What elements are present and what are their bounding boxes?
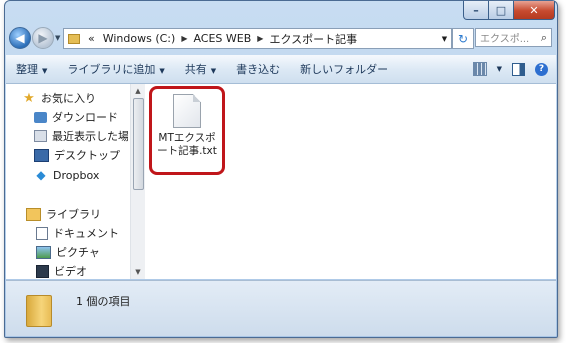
address-row: ◀ ▶ ▼ « Windows (C:) ▶ ACES WEB ▶ エクスポート… — [5, 25, 557, 51]
folder-icon — [26, 295, 52, 327]
chevron-down-icon: ▼ — [159, 67, 165, 75]
sidebar-item-label: ライブラリ — [46, 208, 101, 221]
forward-arrow-icon: ▶ — [38, 31, 48, 45]
refresh-button[interactable]: ↻ — [452, 28, 474, 49]
navigation-pane: ★ お気に入り ダウンロード 最近表示した場所 デスクトップ ◆ Dropbox — [6, 84, 128, 279]
share-button[interactable]: 共有 ▼ — [175, 61, 226, 77]
details-pane: 1 個の項目 — [6, 280, 556, 336]
forward-button[interactable]: ▶ — [32, 27, 54, 49]
scroll-down-icon[interactable]: ▼ — [131, 265, 145, 279]
sidebar-item-label: 最近表示した場所 — [52, 130, 128, 143]
organize-label: 整理 — [16, 63, 38, 76]
sidebar-item-videos[interactable]: ビデオ — [36, 262, 87, 279]
chevron-down-icon: ▼ — [210, 67, 217, 75]
sidebar-item-label: ビデオ — [54, 265, 87, 278]
chevron-down-icon: ▼ — [42, 67, 48, 75]
share-label: 共有 — [184, 63, 207, 76]
content-area: ★ お気に入り ダウンロード 最近表示した場所 デスクトップ ◆ Dropbox — [6, 84, 556, 279]
desktop-icon — [34, 148, 49, 162]
sidebar-item-label: お気に入り — [41, 92, 96, 105]
new-folder-button[interactable]: 新しいフォルダー — [290, 61, 398, 77]
add-to-library-button[interactable]: ライブラリに追加 ▼ — [57, 61, 174, 77]
command-bar: 整理 ▼ ライブラリに追加 ▼ 共有 ▼ 書き込む 新しいフォルダー ▼ ? — [6, 55, 556, 84]
breadcrumb-aces-web[interactable]: ACES WEB — [189, 32, 255, 45]
address-dropdown-button[interactable]: ▼ — [438, 28, 452, 49]
address-bar[interactable]: « Windows (C:) ▶ ACES WEB ▶ エクスポート記事 — [63, 28, 439, 49]
search-placeholder: エクスポ... — [480, 34, 530, 45]
burn-label: 書き込む — [236, 63, 281, 76]
dropbox-icon: ◆ — [36, 168, 46, 182]
sidebar-item-dropbox[interactable]: ◆ Dropbox — [34, 166, 99, 184]
sidebar-item-recent-places[interactable]: 最近表示した場所 — [34, 127, 128, 145]
breadcrumb-drive[interactable]: Windows (C:) — [99, 32, 180, 45]
close-button[interactable]: ✕ — [513, 1, 555, 20]
navigation-scrollbar[interactable]: ▲ ▼ — [130, 84, 145, 279]
sidebar-item-label: ダウンロード — [52, 111, 118, 124]
item-count: 1 個の項目 — [76, 295, 131, 308]
explorer-window: – □ ✕ ◀ ▶ ▼ « Windows (C:) ▶ ACES WEB ▶ … — [4, 0, 558, 338]
address-overflow[interactable]: « — [84, 32, 99, 45]
search-input[interactable]: エクスポ... ⌕ — [475, 28, 552, 47]
text-file-icon — [173, 94, 201, 128]
new-folder-label: 新しいフォルダー — [300, 63, 389, 76]
sidebar-item-downloads[interactable]: ダウンロード — [34, 108, 118, 126]
sidebar-item-libraries[interactable]: ライブラリ — [26, 205, 101, 223]
sidebar-item-favorites[interactable]: ★ お気に入り — [22, 89, 96, 107]
breadcrumb-separator-icon[interactable]: ▶ — [179, 34, 189, 43]
minimize-button[interactable]: – — [463, 1, 489, 20]
help-icon[interactable]: ? — [535, 62, 548, 76]
videos-icon — [36, 264, 49, 278]
recent-places-icon — [34, 130, 47, 142]
sidebar-item-desktop[interactable]: デスクトップ — [34, 146, 120, 164]
breadcrumb-export-articles[interactable]: エクスポート記事 — [265, 31, 361, 47]
star-icon: ★ — [23, 90, 35, 106]
library-icon — [26, 207, 41, 221]
sidebar-item-label: デスクトップ — [54, 149, 120, 162]
change-view-icon[interactable] — [472, 62, 487, 76]
search-icon: ⌕ — [540, 30, 547, 44]
downloads-icon — [34, 111, 47, 123]
documents-icon — [36, 226, 48, 240]
preview-pane-icon[interactable] — [512, 62, 525, 76]
recent-pages-dropdown[interactable]: ▼ — [55, 34, 60, 42]
back-button[interactable]: ◀ — [9, 27, 31, 49]
folder-icon — [68, 33, 80, 44]
organize-button[interactable]: 整理 ▼ — [6, 61, 57, 77]
back-arrow-icon: ◀ — [15, 31, 25, 45]
file-item[interactable]: MTエクスポート記事.txt — [149, 86, 225, 175]
maximize-button[interactable]: □ — [488, 1, 514, 20]
scroll-up-icon[interactable]: ▲ — [131, 84, 145, 98]
pictures-icon — [36, 245, 51, 259]
sidebar-item-pictures[interactable]: ピクチャ — [36, 243, 100, 261]
sidebar-item-label: ピクチャ — [56, 246, 100, 259]
add-to-library-label: ライブラリに追加 — [67, 63, 156, 76]
title-bar: – □ ✕ — [5, 1, 557, 23]
sidebar-item-documents[interactable]: ドキュメント — [36, 224, 119, 242]
burn-button[interactable]: 書き込む — [226, 61, 290, 77]
refresh-icon: ↻ — [457, 31, 469, 46]
breadcrumb-separator-icon[interactable]: ▶ — [255, 34, 265, 43]
sidebar-item-label: ドキュメント — [53, 227, 119, 240]
file-name: MTエクスポート記事.txt — [157, 132, 217, 157]
sidebar-item-label: Dropbox — [53, 168, 100, 182]
chevron-down-icon[interactable]: ▼ — [497, 65, 502, 73]
scrollbar-thumb[interactable] — [133, 98, 144, 190]
